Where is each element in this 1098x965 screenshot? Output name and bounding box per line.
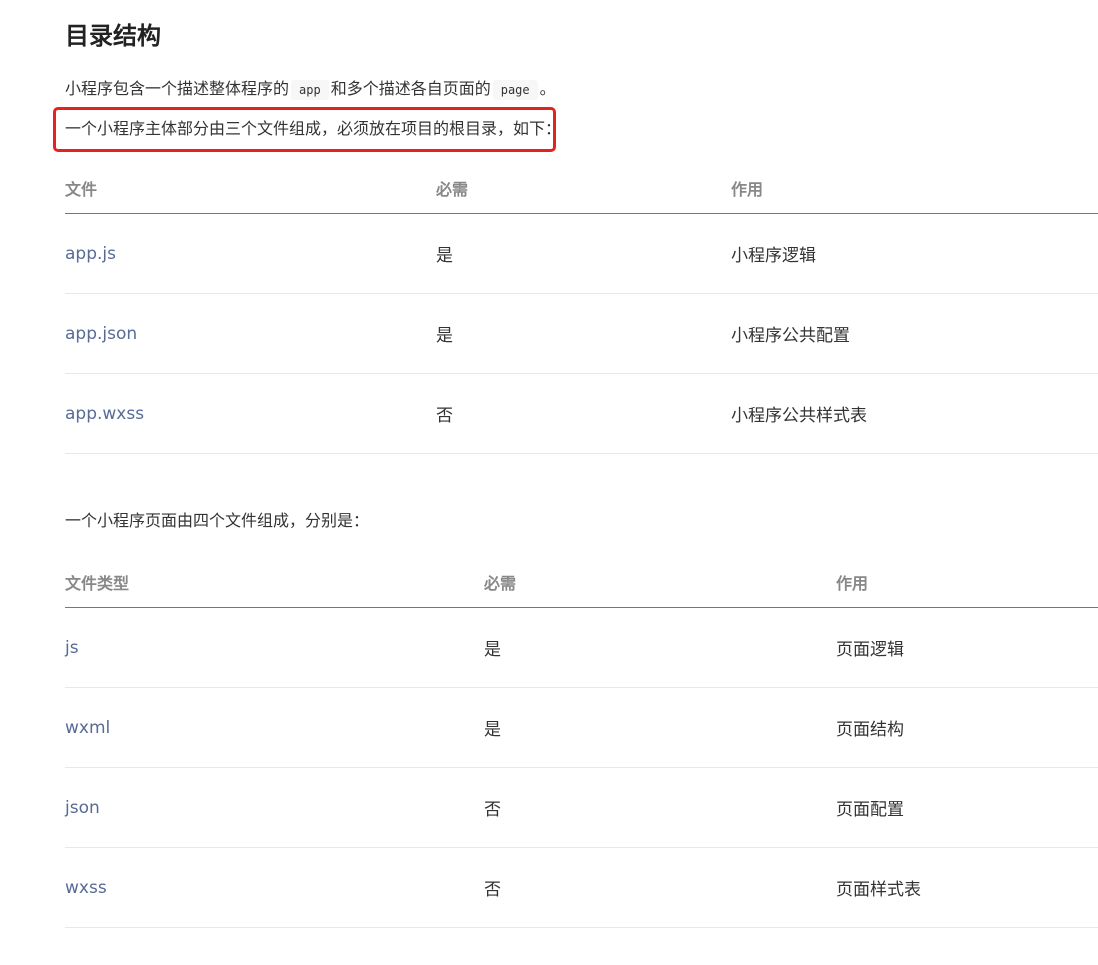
table-row: app.wxss 否 小程序公共样式表 [65,373,1098,454]
required-cell: 是 [436,293,731,374]
column-header-required: 必需 [436,163,731,214]
page-files-table: 文件类型 必需 作用 js 是 页面逻辑 wxml 是 页面结构 json 否 … [65,557,1098,928]
table-row: wxml 是 页面结构 [65,687,1098,768]
page-intro-paragraph: 一个小程序页面由四个文件组成，分别是： [65,511,370,530]
intro-text-after: 。 [539,79,556,98]
purpose-cell: 页面逻辑 [836,607,1098,688]
purpose-cell: 页面配置 [836,767,1098,848]
table-row: app.js 是 小程序逻辑 [65,213,1098,294]
table-row: json 否 页面配置 [65,767,1098,848]
section-heading: 目录结构 [65,22,161,50]
intro-paragraph: 小程序包含一个描述整体程序的 app 和多个描述各自页面的 page。 [65,77,556,102]
intro-text-before: 小程序包含一个描述整体程序的 [65,79,290,98]
table-row: wxss 否 页面样式表 [65,847,1098,928]
file-name-cell: app.js [65,213,436,294]
required-cell: 否 [484,847,836,928]
required-cell: 是 [436,213,731,294]
file-type-cell: json [65,767,484,848]
table-row: app.json 是 小程序公共配置 [65,293,1098,374]
main-intro-highlighted-text: 一个小程序主体部分由三个文件组成，必须放在项目的根目录， [65,119,514,138]
main-intro-rest-text: 如下： [513,119,562,138]
table-header-row: 文件类型 必需 作用 [65,557,1098,608]
intro-text-middle: 和多个描述各自页面的 [330,79,491,98]
purpose-cell: 小程序逻辑 [731,213,1098,294]
file-name-cell: app.wxss [65,373,436,454]
purpose-cell: 页面样式表 [836,847,1098,928]
purpose-cell: 页面结构 [836,687,1098,768]
file-type-cell: wxss [65,847,484,928]
column-header-purpose: 作用 [836,557,1098,608]
required-cell: 否 [436,373,731,454]
column-header-file-type: 文件类型 [65,557,484,608]
main-files-table: 文件 必需 作用 app.js 是 小程序逻辑 app.json 是 小程序公共… [65,163,1098,454]
column-header-file: 文件 [65,163,436,214]
file-name-cell: app.json [65,293,436,374]
purpose-cell: 小程序公共配置 [731,293,1098,374]
main-intro-paragraph: 一个小程序主体部分由三个文件组成，必须放在项目的根目录，如下： [65,117,561,141]
purpose-cell: 小程序公共样式表 [731,373,1098,454]
code-app: app [291,80,329,100]
table-row: js 是 页面逻辑 [65,607,1098,688]
required-cell: 是 [484,687,836,768]
file-type-cell: wxml [65,687,484,768]
code-page: page [492,80,538,100]
column-header-required: 必需 [484,557,836,608]
file-type-cell: js [65,607,484,688]
required-cell: 否 [484,767,836,848]
required-cell: 是 [484,607,836,688]
table-header-row: 文件 必需 作用 [65,163,1098,214]
column-header-purpose: 作用 [731,163,1098,214]
